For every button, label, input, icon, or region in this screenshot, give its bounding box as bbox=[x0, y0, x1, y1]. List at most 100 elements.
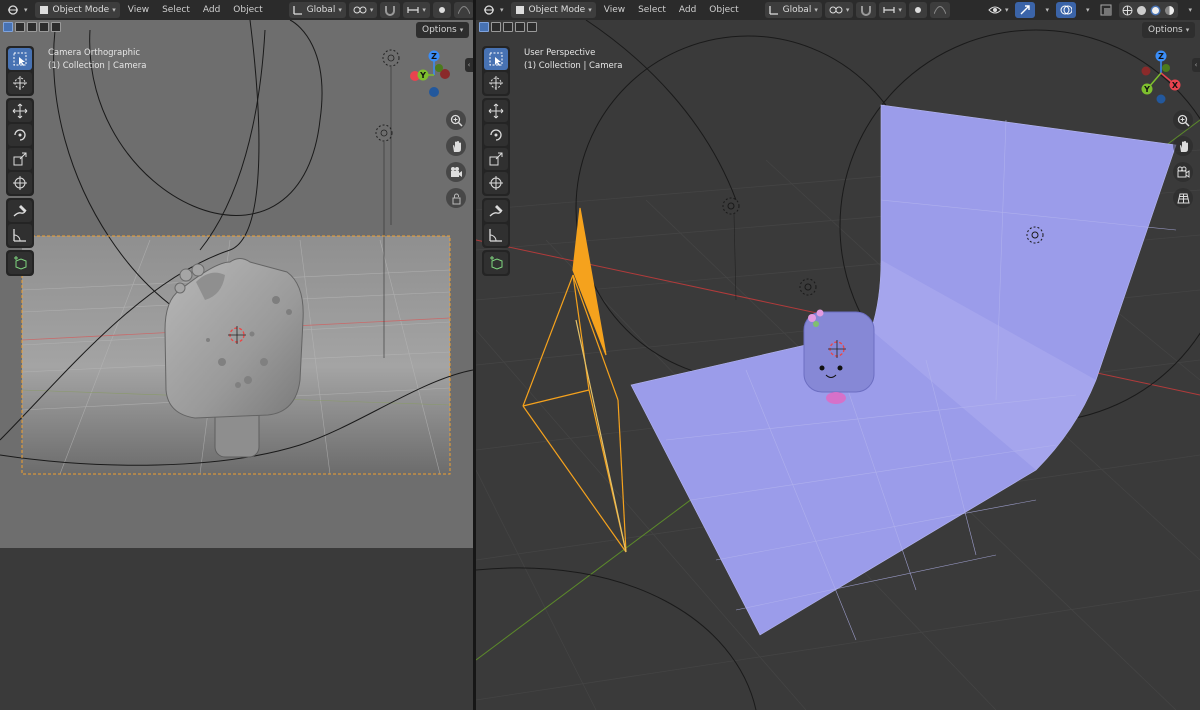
overlay-dropdown[interactable]: ▾ bbox=[1079, 2, 1094, 18]
rendered-shading-icon[interactable] bbox=[1164, 5, 1175, 16]
rotate-tool[interactable] bbox=[8, 124, 32, 146]
move-icon bbox=[488, 103, 504, 119]
shading-modes bbox=[1119, 2, 1179, 18]
add-cube-tool[interactable] bbox=[484, 252, 508, 274]
move-tool[interactable] bbox=[484, 100, 508, 122]
snap-toggle[interactable] bbox=[380, 2, 401, 18]
rotate-tool[interactable] bbox=[484, 124, 508, 146]
proportional-edit-toggle[interactable] bbox=[908, 2, 927, 18]
select-intersect-button[interactable] bbox=[527, 22, 537, 32]
mode-label: Object Mode bbox=[528, 5, 586, 15]
sidebar-toggle[interactable]: ‹ bbox=[1192, 58, 1200, 72]
cursor-tool[interactable] bbox=[8, 72, 32, 94]
select-box-tool[interactable] bbox=[8, 48, 32, 70]
select-new-button[interactable] bbox=[3, 22, 13, 32]
right-viewport[interactable]: ▾ Object Mode ▾ View Select Add Object Gl… bbox=[476, 0, 1200, 710]
editor-type-button[interactable]: ▾ bbox=[479, 2, 508, 18]
zoom-button[interactable] bbox=[446, 110, 466, 130]
pan-button[interactable] bbox=[446, 136, 466, 156]
transform-tool[interactable] bbox=[484, 172, 508, 194]
select-new-button[interactable] bbox=[479, 22, 489, 32]
mode-label: Object Mode bbox=[52, 5, 110, 15]
sidebar-toggle[interactable]: ‹ bbox=[465, 58, 473, 72]
mode-dropdown[interactable]: Object Mode ▾ bbox=[510, 2, 596, 18]
right-scene[interactable] bbox=[476, 0, 1200, 710]
falloff-dropdown[interactable] bbox=[929, 2, 950, 18]
xray-toggle[interactable] bbox=[1096, 2, 1116, 18]
transform-icon bbox=[489, 176, 503, 190]
gizmo-dropdown[interactable]: ▾ bbox=[1038, 2, 1053, 18]
navigation-gizmo[interactable]: Z X Y bbox=[1130, 46, 1192, 108]
lock-camera-button[interactable] bbox=[446, 188, 466, 208]
overlay-toggle[interactable] bbox=[1055, 2, 1076, 18]
select-box-icon bbox=[489, 52, 503, 66]
gizmo-neg-z-axis[interactable] bbox=[1156, 94, 1166, 104]
annotate-tool[interactable] bbox=[8, 200, 32, 222]
proportional-dot-icon bbox=[914, 7, 921, 13]
scale-tool[interactable] bbox=[8, 148, 32, 170]
menu-object[interactable]: Object bbox=[228, 5, 267, 15]
pivot-dropdown[interactable]: ▾ bbox=[348, 2, 378, 18]
mode-dropdown[interactable]: Object Mode ▾ bbox=[34, 2, 120, 18]
shading-dropdown[interactable]: ▾ bbox=[1181, 2, 1196, 18]
cursor-tool[interactable] bbox=[484, 72, 508, 94]
menu-select[interactable]: Select bbox=[633, 5, 671, 15]
measure-tool[interactable] bbox=[484, 224, 508, 246]
snap-increment-icon bbox=[883, 7, 895, 13]
select-subtract-button[interactable] bbox=[27, 22, 37, 32]
options-dropdown[interactable]: Options ▾ bbox=[1142, 22, 1196, 38]
zoom-icon bbox=[1177, 114, 1190, 127]
pivot-dropdown[interactable]: ▾ bbox=[824, 2, 854, 18]
menu-select[interactable]: Select bbox=[157, 5, 195, 15]
wireframe-shading-icon[interactable] bbox=[1122, 5, 1133, 16]
measure-tool[interactable] bbox=[8, 224, 32, 246]
measure-icon bbox=[13, 229, 26, 242]
gizmo-neg-z-axis[interactable] bbox=[429, 87, 439, 97]
annotate-icon bbox=[13, 205, 27, 217]
select-difference-button[interactable] bbox=[39, 22, 49, 32]
options-dropdown[interactable]: Options ▾ bbox=[416, 22, 470, 38]
zoom-button[interactable] bbox=[1173, 110, 1193, 130]
transform-tool[interactable] bbox=[8, 172, 32, 194]
material-preview-icon[interactable] bbox=[1150, 5, 1161, 16]
menu-add[interactable]: Add bbox=[674, 5, 701, 15]
snap-dropdown[interactable]: ▾ bbox=[879, 2, 906, 18]
editor-type-button[interactable]: ▾ bbox=[3, 2, 32, 18]
solid-shading-icon[interactable] bbox=[1136, 5, 1147, 16]
select-box-tool[interactable] bbox=[484, 48, 508, 70]
menu-object[interactable]: Object bbox=[704, 5, 743, 15]
gizmo-neg-x-axis[interactable] bbox=[1141, 66, 1151, 76]
scale-icon bbox=[489, 152, 503, 166]
move-tool[interactable] bbox=[8, 100, 32, 122]
character-model[interactable] bbox=[803, 309, 875, 405]
orientation-dropdown[interactable]: Global ▾ bbox=[288, 2, 346, 18]
menu-view[interactable]: View bbox=[599, 5, 630, 15]
pan-button[interactable] bbox=[1173, 136, 1193, 156]
annotate-icon bbox=[489, 205, 503, 217]
select-difference-button[interactable] bbox=[515, 22, 525, 32]
gizmo-neg-y-axis[interactable] bbox=[1162, 64, 1170, 72]
orientation-dropdown[interactable]: Global ▾ bbox=[764, 2, 822, 18]
snap-dropdown[interactable]: ▾ bbox=[403, 2, 430, 18]
gizmo-toggle[interactable] bbox=[1015, 2, 1036, 18]
select-extend-button[interactable] bbox=[491, 22, 501, 32]
select-intersect-button[interactable] bbox=[51, 22, 61, 32]
gizmo-neg-y-axis[interactable] bbox=[435, 64, 443, 72]
proportional-edit-toggle[interactable] bbox=[432, 2, 451, 18]
scale-tool[interactable] bbox=[484, 148, 508, 170]
menu-view[interactable]: View bbox=[123, 5, 154, 15]
add-cube-tool[interactable] bbox=[8, 252, 32, 274]
annotate-tool[interactable] bbox=[484, 200, 508, 222]
navigation-gizmo[interactable]: Z Y bbox=[403, 46, 465, 108]
left-viewport[interactable]: ▾ Object Mode ▾ View Select Add Object Gl… bbox=[0, 0, 473, 710]
menu-add[interactable]: Add bbox=[198, 5, 225, 15]
perspective-toggle-button[interactable] bbox=[1173, 188, 1193, 208]
falloff-dropdown[interactable] bbox=[453, 2, 473, 18]
camera-view-button[interactable] bbox=[1173, 162, 1193, 182]
visibility-dropdown[interactable]: ▾ bbox=[984, 2, 1013, 18]
camera-view-button[interactable] bbox=[446, 162, 466, 182]
select-extend-button[interactable] bbox=[15, 22, 25, 32]
gizmo-z-label: Z bbox=[431, 52, 437, 61]
select-subtract-button[interactable] bbox=[503, 22, 513, 32]
snap-toggle[interactable] bbox=[856, 2, 877, 18]
